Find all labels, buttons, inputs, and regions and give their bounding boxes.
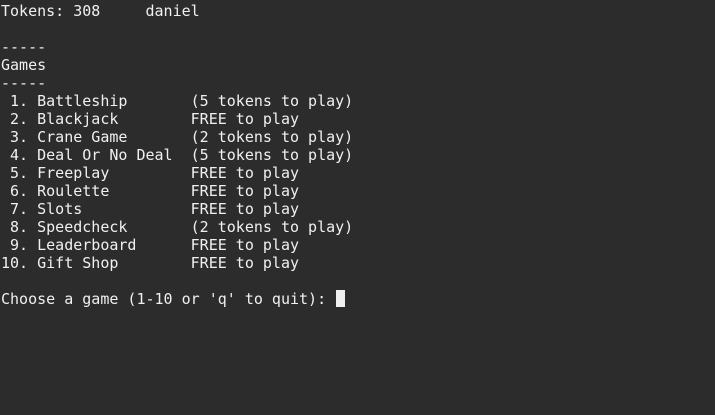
game-name: Gift Shop: [37, 254, 119, 272]
game-cost: (2 tokens to play): [190, 218, 354, 236]
tokens-value: 308: [73, 2, 101, 20]
game-row: 4. Deal Or No Deal (5 tokens to play): [1, 146, 715, 164]
game-cost: (2 tokens to play): [190, 128, 354, 146]
game-name: Slots: [37, 200, 83, 218]
game-row: 3. Crane Game (2 tokens to play): [1, 128, 715, 146]
game-cost: FREE to play: [190, 236, 300, 254]
game-number: 1.: [1, 92, 29, 110]
status-line: Tokens: 308 daniel: [1, 2, 715, 20]
section-title: Games: [1, 56, 47, 74]
game-cost: FREE to play: [190, 254, 300, 272]
game-number: 9.: [1, 236, 29, 254]
section-rule-bottom: -----: [1, 74, 47, 92]
game-cost: (5 tokens to play): [190, 146, 354, 164]
prompt-line[interactable]: Choose a game (1-10 or 'q' to quit):: [1, 290, 715, 308]
game-cost: FREE to play: [190, 200, 300, 218]
text-cursor[interactable]: [336, 290, 346, 307]
terminal-window[interactable]: Tokens: 308 daniel ----- Games ----- 1. …: [0, 0, 715, 415]
games-list: 1. Battleship (5 tokens to play) 2. Blac…: [1, 92, 715, 272]
game-number: 7.: [1, 200, 29, 218]
game-name: Crane Game: [37, 128, 128, 146]
game-row: 9. Leaderboard FREE to play: [1, 236, 715, 254]
game-number: 8.: [1, 218, 29, 236]
game-cost: FREE to play: [190, 182, 300, 200]
game-cost: (5 tokens to play): [190, 92, 354, 110]
prompt-text: Choose a game (1-10 or 'q' to quit):: [1, 290, 336, 308]
game-cost: FREE to play: [190, 110, 300, 128]
game-number: 4.: [1, 146, 29, 164]
game-number: 10.: [1, 254, 29, 272]
game-name: Freeplay: [37, 164, 110, 182]
game-number: 5.: [1, 164, 29, 182]
game-row: 10. Gift Shop FREE to play: [1, 254, 715, 272]
game-number: 6.: [1, 182, 29, 200]
game-name: Battleship: [37, 92, 128, 110]
tokens-label: Tokens:: [1, 2, 65, 20]
game-row: 2. Blackjack FREE to play: [1, 110, 715, 128]
game-row: 5. Freeplay FREE to play: [1, 164, 715, 182]
game-row: 6. Roulette FREE to play: [1, 182, 715, 200]
section-rule-top: -----: [1, 38, 47, 56]
game-row: 7. Slots FREE to play: [1, 200, 715, 218]
game-row: 8. Speedcheck (2 tokens to play): [1, 218, 715, 236]
game-number: 2.: [1, 110, 29, 128]
game-name: Speedcheck: [37, 218, 128, 236]
game-name: Roulette: [37, 182, 110, 200]
username: daniel: [145, 2, 200, 20]
game-name: Deal Or No Deal: [37, 146, 173, 164]
game-name: Blackjack: [37, 110, 119, 128]
game-number: 3.: [1, 128, 29, 146]
game-row: 1. Battleship (5 tokens to play): [1, 92, 715, 110]
game-cost: FREE to play: [190, 164, 300, 182]
game-name: Leaderboard: [37, 236, 137, 254]
